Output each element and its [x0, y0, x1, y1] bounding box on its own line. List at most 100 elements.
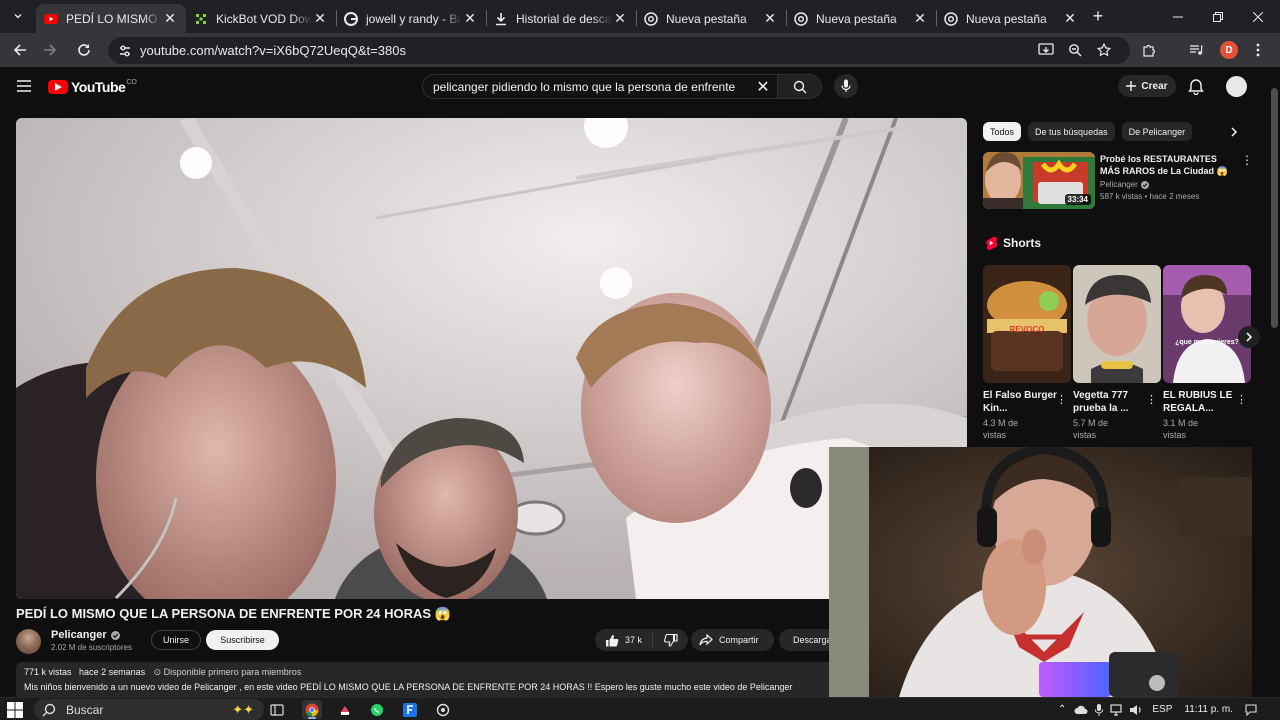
share-icon	[699, 634, 713, 646]
join-button[interactable]: Unirse	[151, 630, 201, 650]
close-icon[interactable]: ✕	[912, 10, 928, 27]
forward-button[interactable]	[40, 40, 60, 60]
clock[interactable]: 11:11 p. m.	[1184, 704, 1233, 715]
tab-nueva-pestana-3[interactable]: Nueva pestaña ✕	[936, 4, 1086, 33]
close-icon[interactable]: ✕	[612, 10, 628, 27]
reload-button[interactable]	[74, 40, 94, 60]
shorts-next-button[interactable]	[1238, 326, 1260, 348]
chips-next-button[interactable]	[1224, 122, 1244, 141]
install-app-icon[interactable]	[1036, 40, 1056, 60]
windows-start-icon[interactable]	[7, 702, 23, 718]
site-info-icon[interactable]	[116, 42, 134, 60]
close-icon[interactable]: ✕	[762, 10, 778, 27]
language-indicator[interactable]: ESP	[1152, 704, 1172, 715]
more-actions-icon[interactable]: ⋮	[1236, 393, 1247, 406]
chip-de-pelicanger[interactable]: De Pelicanger	[1121, 122, 1193, 141]
short-title: El Falso Burger Kin...	[983, 390, 1057, 414]
share-button[interactable]: Compartir	[691, 629, 774, 651]
account-avatar[interactable]	[1226, 76, 1247, 97]
cloud-icon[interactable]	[1074, 705, 1088, 715]
notifications-bell-icon[interactable]	[1188, 77, 1206, 95]
short-views: 4.3 M de vistas	[983, 418, 1019, 440]
tab-nueva-pestana-1[interactable]: Nueva pestaña ✕	[636, 4, 786, 33]
dislike-button[interactable]	[653, 633, 688, 647]
restore-button[interactable]	[1198, 0, 1238, 33]
short-thumbnail[interactable]: REVOCO	[983, 265, 1071, 383]
download-label: Descargar	[793, 635, 829, 645]
settings-gear-icon[interactable]	[433, 700, 453, 719]
tab-title: Nueva pestaña	[816, 11, 897, 26]
clear-search-icon[interactable]: ✕	[749, 75, 777, 98]
short-item[interactable]: Vegetta 777 prueba la ... 5.7 M de vista…	[1073, 265, 1161, 441]
task-view-icon[interactable]	[267, 700, 287, 719]
like-button[interactable]: 37 k	[595, 632, 653, 648]
tab-nueva-pestana-2[interactable]: Nueva pestaña ✕	[786, 4, 936, 33]
notifications-icon[interactable]	[1245, 703, 1257, 716]
url-text[interactable]: youtube.com/watch?v=iX6bQ72UeqQ&t=380s	[140, 43, 406, 58]
chip-todos[interactable]: Todos	[983, 122, 1022, 141]
tab-title: Historial de descar	[516, 11, 612, 26]
close-icon[interactable]: ✕	[162, 10, 178, 27]
scrollbar-thumb[interactable]	[1271, 88, 1278, 328]
recommended-title[interactable]: Probé los RESTAURANTES MÁS RAROS de La C…	[1100, 153, 1235, 177]
extensions-icon[interactable]	[1139, 40, 1159, 60]
minimize-button[interactable]	[1158, 0, 1198, 33]
verified-badge-icon	[1140, 180, 1149, 189]
whatsapp-icon[interactable]	[367, 700, 387, 719]
google-icon	[344, 11, 358, 26]
short-thumbnail[interactable]	[1073, 265, 1161, 383]
volume-icon[interactable]	[1129, 704, 1143, 716]
kickbot-icon	[194, 12, 208, 26]
chip-de-tus-busquedas[interactable]: De tus búsquedas	[1028, 122, 1115, 141]
game-app-icon[interactable]	[335, 700, 355, 719]
media-control-icon[interactable]	[1186, 40, 1206, 60]
voice-search-button[interactable]	[834, 74, 858, 98]
new-tab-button[interactable]: +	[1088, 6, 1108, 26]
close-icon[interactable]: ✕	[312, 10, 328, 27]
channel-name-link[interactable]: Pelicanger	[51, 629, 120, 641]
create-button[interactable]: Crear	[1118, 75, 1176, 97]
recommended-video[interactable]: 33:34 Probé los RESTAURANTES MÁS RAROS d…	[983, 152, 1253, 212]
f-app-icon[interactable]	[400, 700, 420, 719]
network-icon[interactable]	[1110, 703, 1122, 716]
subscribe-button[interactable]: Suscribirse	[206, 630, 279, 650]
description-box[interactable]: 771 k vistas hace 2 semanas ⊙ Disponible…	[16, 662, 836, 700]
short-thumbnail[interactable]: ¿que mas quieres?	[1163, 265, 1251, 383]
profile-avatar[interactable]: D	[1220, 41, 1238, 59]
back-button[interactable]	[10, 40, 30, 60]
tab-jowell-y-randy[interactable]: jowell y randy - Bu ✕	[336, 4, 486, 33]
tab-historial-descargas[interactable]: Historial de descar ✕	[486, 4, 636, 33]
microphone-icon[interactable]	[1095, 703, 1104, 716]
channel-avatar[interactable]	[16, 629, 41, 654]
tab-kickbot[interactable]: KickBot VOD Dowl ✕	[186, 4, 336, 33]
share-label: Compartir	[719, 635, 759, 645]
youtube-logo[interactable]: YouTube CO	[48, 79, 137, 95]
tab-search-button[interactable]	[8, 6, 28, 26]
tab-strip: PEDÍ LO MISMO Q ✕ KickBot VOD Dowl ✕ jow…	[0, 0, 1280, 33]
close-icon[interactable]: ✕	[462, 10, 478, 27]
view-count: 771 k vistas	[24, 667, 72, 677]
chevron-up-icon[interactable]: ⌃	[1058, 704, 1066, 715]
short-item[interactable]: ¿que mas quieres? EL RUBIUS LE REGALA...…	[1163, 265, 1251, 441]
more-actions-icon[interactable]: ⋮	[1146, 393, 1157, 406]
zoom-icon[interactable]	[1065, 40, 1085, 60]
search-button[interactable]	[777, 75, 821, 98]
search-input[interactable]	[423, 79, 749, 94]
video-player[interactable]	[16, 118, 967, 599]
chrome-taskbar-icon[interactable]	[302, 700, 322, 719]
close-icon[interactable]: ✕	[1062, 10, 1078, 27]
recommended-thumbnail[interactable]: 33:34	[983, 152, 1095, 209]
hamburger-menu-icon[interactable]	[16, 79, 32, 93]
search-highlight-icon: ✦✦	[232, 701, 254, 717]
recommended-channel[interactable]: Pelicanger	[1100, 180, 1149, 189]
short-item[interactable]: REVOCO El Falso Burger Kin... 4.3 M de v…	[983, 265, 1071, 441]
taskbar-search[interactable]: Buscar ✦✦	[34, 699, 264, 720]
more-menu-icon[interactable]	[1248, 40, 1268, 60]
more-actions-icon[interactable]: ⋮	[1056, 393, 1067, 406]
close-window-button[interactable]	[1238, 0, 1278, 33]
more-actions-icon[interactable]: ⋮	[1241, 154, 1253, 168]
address-bar[interactable]: youtube.com/watch?v=iX6bQ72UeqQ&t=380s	[108, 37, 1130, 64]
download-button[interactable]: Descargar	[779, 629, 829, 651]
tab-pedi-lo-mismo[interactable]: PEDÍ LO MISMO Q ✕	[36, 4, 186, 33]
bookmark-star-icon[interactable]	[1094, 40, 1114, 60]
